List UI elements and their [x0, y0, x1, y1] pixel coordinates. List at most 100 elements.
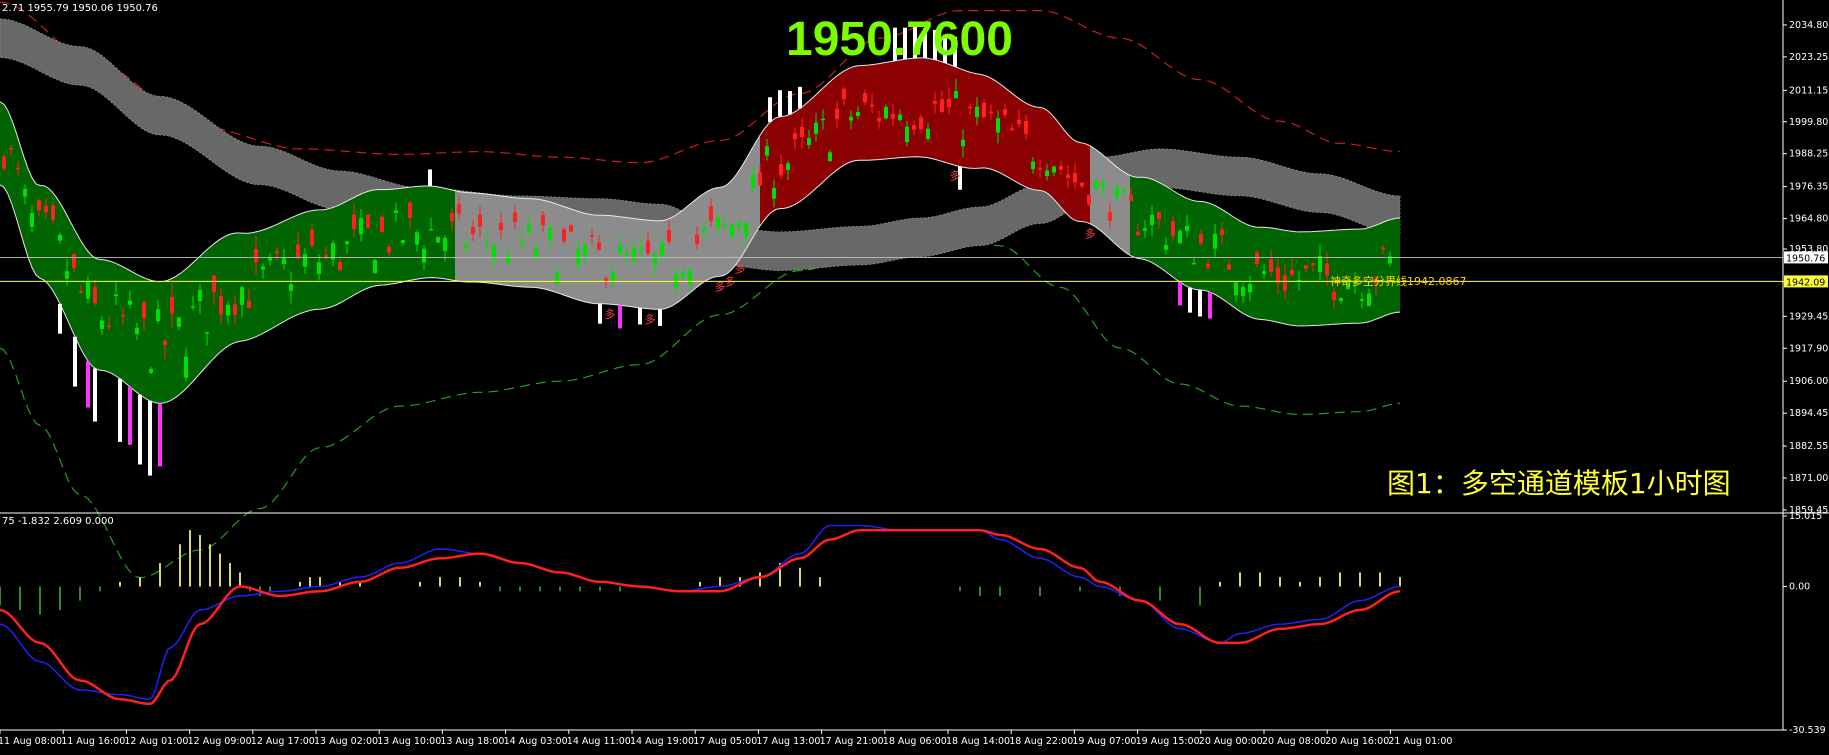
candle-body	[58, 234, 62, 241]
candle-body	[1017, 119, 1021, 125]
candle-body	[163, 340, 167, 345]
candle-body	[1206, 263, 1210, 269]
candle-body	[513, 212, 517, 222]
chart-caption: 图1：多空通道模板1小时图	[1387, 467, 1731, 500]
signal-spike-bar	[638, 307, 642, 325]
signal-spike-bar	[138, 394, 142, 465]
macd-tick-label: 0.00	[1789, 582, 1810, 593]
macd-tick-label: 15.015	[1789, 511, 1822, 522]
candle-body	[800, 126, 804, 138]
candle-body	[919, 117, 923, 130]
signal-spike-bar	[128, 386, 132, 445]
candle-body	[933, 100, 937, 104]
candle-body	[534, 248, 538, 259]
candle-body	[989, 111, 993, 113]
candle-body	[177, 317, 181, 327]
candle-body	[198, 290, 202, 302]
candle-body	[219, 295, 223, 315]
candle-body	[660, 242, 664, 257]
candle-body	[156, 309, 160, 322]
candle-body	[1164, 245, 1168, 250]
candle-body	[912, 125, 916, 130]
candle-body	[555, 272, 559, 285]
candle-body	[261, 266, 265, 270]
candle-body	[1360, 299, 1364, 302]
time-tick-label: 12 Aug 17:00	[251, 736, 315, 747]
signal-annotation: 多	[735, 262, 746, 276]
candle-body	[436, 236, 440, 243]
candle-body	[625, 252, 629, 256]
candle-body	[996, 118, 1000, 133]
candle-body	[37, 200, 41, 211]
price-tick-label: 1906.00	[1789, 376, 1828, 387]
candle-body	[1339, 298, 1343, 301]
candle-body	[142, 302, 146, 319]
candle-body	[835, 108, 839, 119]
candle-body	[632, 247, 636, 261]
candle-body	[275, 251, 279, 254]
candle-body	[1080, 182, 1084, 187]
price-tick-label: 1917.90	[1789, 343, 1828, 354]
candle-body	[415, 232, 419, 245]
candle-body	[1136, 231, 1140, 236]
candle-body	[184, 356, 188, 378]
candle-body	[814, 122, 818, 134]
candle-body	[611, 272, 615, 281]
candle-body	[1304, 265, 1308, 269]
candle-body	[205, 331, 209, 334]
candle-body	[716, 217, 720, 228]
candle-body	[506, 255, 510, 264]
candle-body	[884, 106, 888, 119]
candle-body	[1192, 262, 1196, 265]
price-tick-label: 1964.80	[1789, 214, 1828, 225]
candle-body	[639, 248, 643, 251]
signal-spike-bar	[1178, 282, 1182, 306]
candle-body	[562, 229, 566, 242]
time-tick-label: 17 Aug 13:00	[756, 736, 820, 747]
candle-body	[968, 106, 972, 109]
candle-body	[240, 287, 244, 305]
signal-annotation: 多	[950, 168, 961, 182]
candle-body	[856, 112, 860, 116]
time-tick-label: 17 Aug 21:00	[820, 736, 884, 747]
candle-body	[359, 218, 363, 235]
candle-body	[450, 212, 454, 222]
price-tick-label: 1976.35	[1789, 182, 1828, 193]
candle-body	[317, 262, 321, 275]
time-tick-label: 12 Aug 01:00	[124, 736, 188, 747]
signal-spike-bar	[1188, 287, 1192, 313]
candle-body	[1276, 267, 1280, 283]
candle-body	[772, 188, 776, 199]
candle-body	[569, 225, 573, 232]
candle-body	[1255, 252, 1259, 265]
candle-body	[1101, 182, 1105, 189]
candle-body	[1220, 229, 1224, 235]
signal-spike-bar	[118, 378, 122, 442]
candle-body	[807, 137, 811, 145]
candle-body	[338, 262, 342, 270]
candle-body	[429, 229, 433, 231]
candle-body	[324, 255, 328, 257]
candle-body	[709, 206, 713, 221]
candle-body	[1381, 247, 1385, 250]
current-price-display: 1950.7600	[786, 13, 1013, 66]
signal-spike-bar	[1208, 292, 1212, 319]
signal-annotation: 多	[605, 307, 616, 321]
time-tick-label: 13 Aug 10:00	[377, 736, 441, 747]
candle-body	[1108, 211, 1112, 221]
signal-annotation: 多	[1085, 227, 1096, 241]
time-tick-label: 18 Aug 06:00	[883, 736, 947, 747]
candle-body	[744, 222, 748, 237]
candle-body	[1031, 161, 1035, 170]
candle-body	[1045, 170, 1049, 177]
candle-body	[793, 133, 797, 140]
candle-body	[688, 270, 692, 285]
candle-body	[226, 304, 230, 316]
candle-body	[16, 167, 20, 170]
candle-body	[1073, 173, 1077, 183]
candle-body	[1094, 181, 1098, 189]
candle-body	[310, 229, 314, 246]
candle-body	[44, 205, 48, 213]
candle-body	[170, 296, 174, 314]
candle-body	[646, 240, 650, 254]
